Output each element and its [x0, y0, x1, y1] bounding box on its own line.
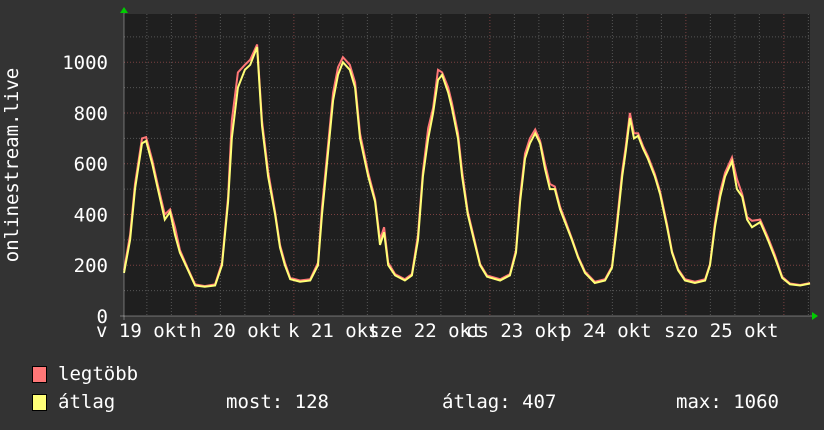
legend-swatch-atlag [32, 394, 47, 411]
y-axis-arrow-icon [120, 7, 128, 13]
x-tick-label: p 24 okt [560, 320, 652, 342]
y-tick-label: 400 [74, 204, 108, 226]
y-tick-label: 1000 [62, 52, 108, 74]
y-tick-labels: 02004006008001000 [62, 52, 108, 328]
legend-now-value: most: 128 [226, 391, 329, 413]
x-tick-label: k 21 okt [288, 320, 380, 342]
legend-label-atlag: átlag [58, 391, 116, 413]
y-tick-label: 600 [74, 154, 108, 176]
x-tick-label: v 19 okt [96, 320, 188, 342]
y-tick-label: 800 [74, 103, 108, 125]
x-tick-label: szo 25 okt [664, 320, 779, 342]
y-axis-title: onlinestream.live [1, 67, 23, 263]
x-tick-label: h 20 okt [190, 320, 282, 342]
legend-swatch-legtobb [32, 366, 47, 383]
y-tick-label: 200 [74, 255, 108, 277]
legend-avg-value: átlag: 407 [442, 391, 557, 413]
x-axis-arrow-icon [812, 312, 818, 320]
x-tick-label: cs 23 okt [466, 320, 569, 342]
legend-label-legtobb: legtöbb [58, 363, 139, 385]
legend-max-value: max: 1060 [676, 391, 779, 413]
